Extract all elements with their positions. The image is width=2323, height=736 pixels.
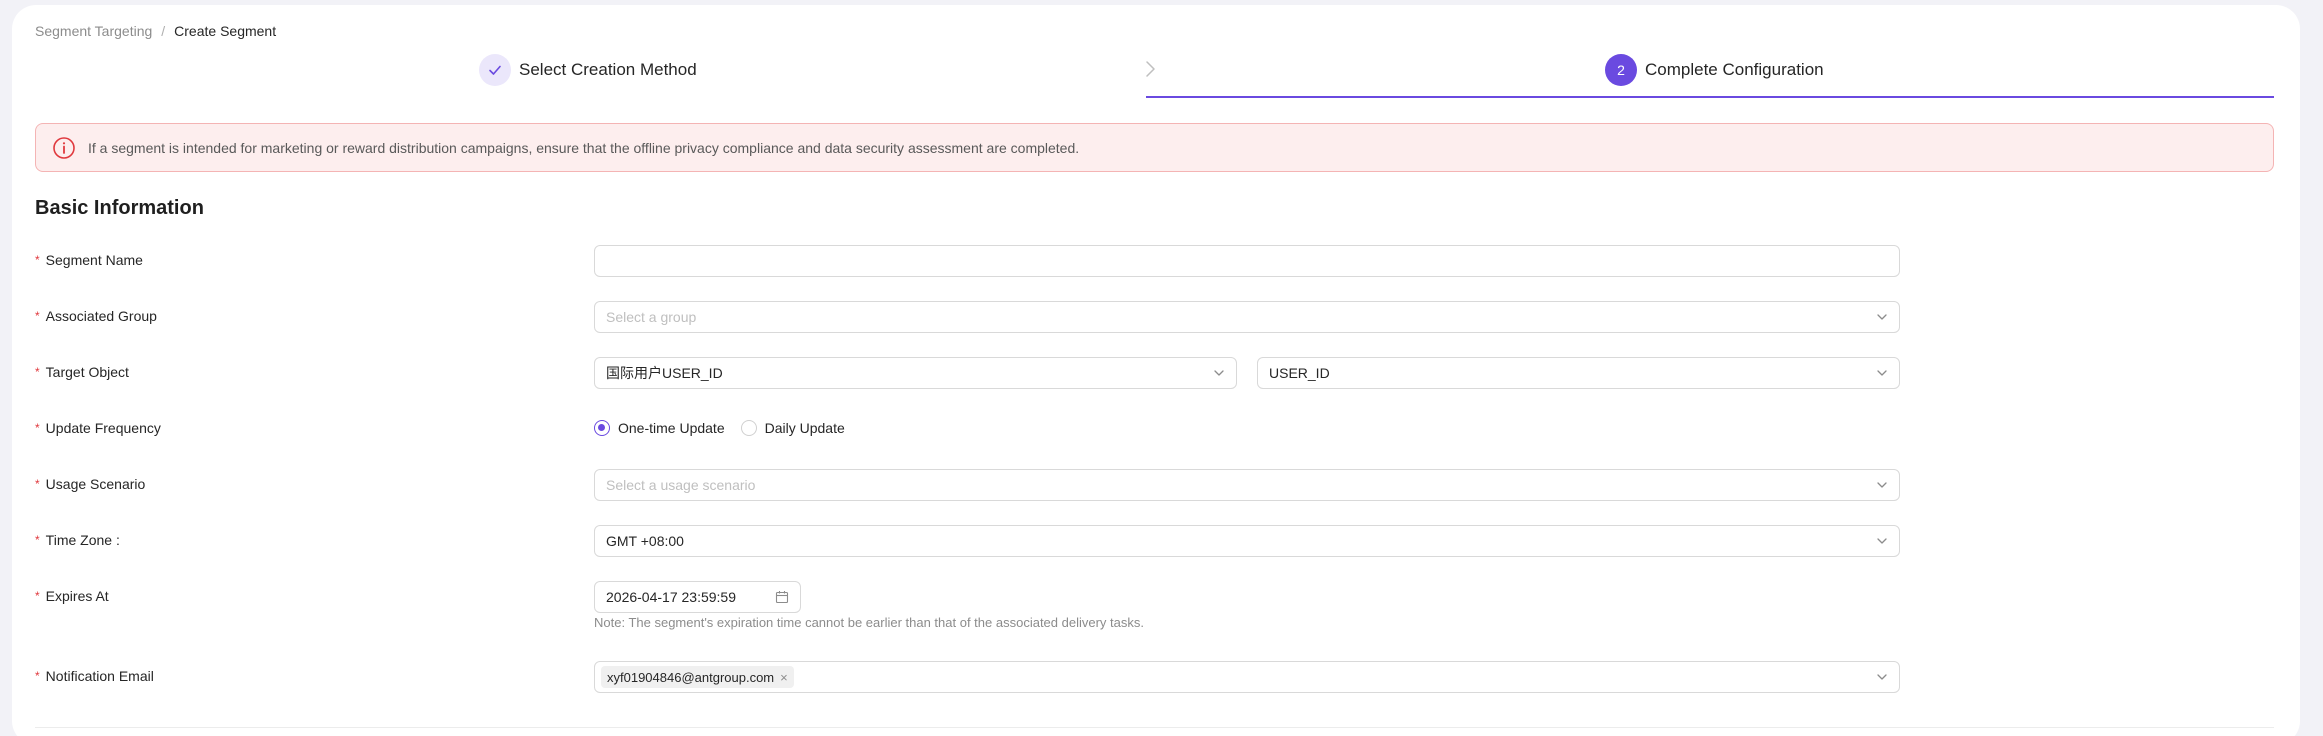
notification-email-label-text: Notification Email <box>45 668 154 684</box>
target-object-secondary-select[interactable]: USER_ID <box>1257 357 1900 389</box>
breadcrumb-separator: / <box>161 23 166 39</box>
one-time-update-radio[interactable] <box>594 420 610 436</box>
required-mark: * <box>35 253 40 267</box>
required-mark: * <box>35 309 40 323</box>
email-tag-text: xyf01904846@antgroup.com <box>607 669 775 685</box>
required-mark: * <box>35 669 40 683</box>
update-frequency-label-text: Update Frequency <box>45 420 161 436</box>
step-1-label[interactable]: Select Creation Method <box>519 59 697 81</box>
compliance-alert: If a segment is intended for marketing o… <box>35 123 2274 172</box>
segment-name-input[interactable] <box>594 245 1900 277</box>
section-divider <box>35 727 2274 728</box>
associated-group-label: * Associated Group <box>35 306 157 326</box>
daily-update-label[interactable]: Daily Update <box>765 420 845 436</box>
required-mark: * <box>35 589 40 603</box>
step-arrow-icon <box>1144 60 1156 83</box>
update-frequency-radio-group: One-time Update Daily Update <box>594 418 845 438</box>
step-2-label[interactable]: Complete Configuration <box>1645 59 1824 81</box>
close-icon[interactable]: × <box>780 670 788 685</box>
chevron-down-icon <box>1876 671 1888 683</box>
chevron-down-icon <box>1876 311 1888 323</box>
segment-name-label-text: Segment Name <box>45 252 143 268</box>
associated-group-placeholder: Select a group <box>606 309 697 325</box>
chevron-down-icon <box>1876 367 1888 379</box>
alert-text: If a segment is intended for marketing o… <box>88 139 1080 156</box>
calendar-icon <box>775 590 789 604</box>
expires-at-date-picker[interactable]: 2026-04-17 23:59:59 <box>594 581 801 613</box>
one-time-update-label[interactable]: One-time Update <box>618 420 725 436</box>
expires-at-label: * Expires At <box>35 586 109 606</box>
time-zone-select[interactable]: GMT +08:00 <box>594 525 1900 557</box>
step-2-number-badge[interactable]: 2 <box>1605 54 1637 86</box>
target-object-primary-select[interactable]: 国际用户USER_ID <box>594 357 1237 389</box>
active-step-underline <box>1146 96 2274 98</box>
chevron-down-icon <box>1876 479 1888 491</box>
chevron-down-icon <box>1213 367 1225 379</box>
target-object-label: * Target Object <box>35 362 129 382</box>
target-object-label-text: Target Object <box>45 364 129 380</box>
time-zone-label-text: Time Zone : <box>45 532 120 548</box>
expires-at-label-text: Expires At <box>45 588 109 604</box>
required-mark: * <box>35 477 40 491</box>
section-title: Basic Information <box>35 197 204 219</box>
notification-email-label: * Notification Email <box>35 666 154 686</box>
breadcrumb: Segment Targeting / Create Segment <box>35 22 276 40</box>
breadcrumb-current: Create Segment <box>174 23 277 39</box>
info-circle-icon <box>53 136 75 159</box>
step-1-check-icon[interactable] <box>479 54 511 86</box>
expires-at-value: 2026-04-17 23:59:59 <box>606 589 736 605</box>
expires-at-note: Note: The segment's expiration time cann… <box>594 615 1144 630</box>
email-tag: xyf01904846@antgroup.com × <box>601 666 794 688</box>
required-mark: * <box>35 533 40 547</box>
chevron-down-icon <box>1876 535 1888 547</box>
notification-email-select[interactable]: xyf01904846@antgroup.com × <box>594 661 1900 693</box>
segment-name-label: * Segment Name <box>35 250 143 270</box>
target-object-primary-value: 国际用户USER_ID <box>606 365 723 381</box>
usage-scenario-placeholder: Select a usage scenario <box>606 477 756 493</box>
associated-group-select[interactable]: Select a group <box>594 301 1900 333</box>
associated-group-label-text: Associated Group <box>45 308 157 324</box>
breadcrumb-segment-targeting[interactable]: Segment Targeting <box>35 23 152 39</box>
update-frequency-label: * Update Frequency <box>35 418 161 438</box>
required-mark: * <box>35 421 40 435</box>
usage-scenario-select[interactable]: Select a usage scenario <box>594 469 1900 501</box>
daily-update-radio[interactable] <box>740 420 757 436</box>
time-zone-label: * Time Zone : <box>35 530 120 550</box>
required-mark: * <box>35 365 40 379</box>
target-object-secondary-value: USER_ID <box>1269 365 1330 381</box>
check-icon <box>489 65 501 75</box>
usage-scenario-label-text: Usage Scenario <box>45 476 146 492</box>
time-zone-value: GMT +08:00 <box>606 533 684 549</box>
usage-scenario-label: * Usage Scenario <box>35 474 145 494</box>
